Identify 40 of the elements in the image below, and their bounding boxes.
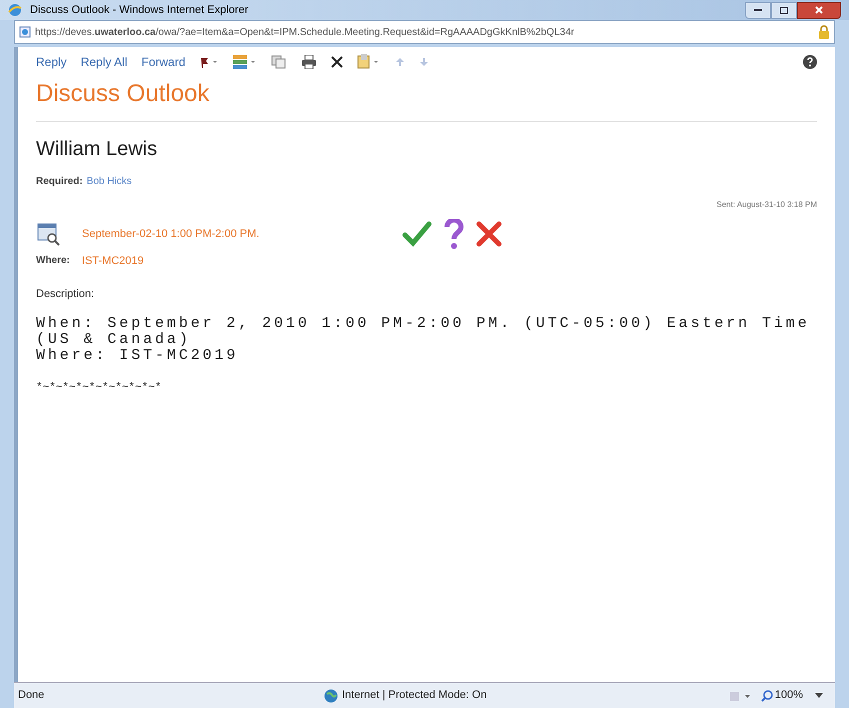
security-zone: Internet | Protected Mode: On — [342, 688, 487, 704]
sent-date: Sent: August-31-10 3:18 PM — [716, 199, 817, 211]
window-title: Discuss Outlook - Windows Internet Explorer — [30, 2, 248, 18]
close-button[interactable] — [797, 2, 841, 18]
status-text: Done — [17, 688, 46, 704]
browser-logo-icon — [8, 3, 22, 17]
calendar-icon — [36, 221, 62, 247]
lock-icon — [818, 25, 830, 39]
toolbar-link[interactable]: Forward — [141, 53, 186, 71]
copy-icon[interactable] — [271, 55, 288, 69]
minimize-button[interactable] — [745, 2, 771, 18]
meeting-time: September-02-10 1:00 PM-2:00 PM. — [82, 226, 260, 242]
maximize-button[interactable] — [771, 2, 797, 18]
toolbar-link[interactable]: Reply All — [80, 53, 128, 71]
organizer-name: William Lewis — [36, 137, 158, 162]
page-icon — [19, 26, 31, 38]
separator-text: *~*~*~*~*~*~*~*~*~* — [36, 381, 162, 396]
where-label: Where: — [36, 254, 70, 268]
dropdown-icon[interactable] — [815, 692, 823, 698]
zoom-level[interactable]: 100% — [774, 687, 803, 704]
body-text: When: September 2, 2010 1:00 PM-2:00 PM. (UTC-05:00) Eastern Time (US & Canada) — [36, 316, 811, 348]
help-icon[interactable] — [803, 55, 817, 69]
message-subject: Discuss Outlook — [36, 79, 210, 109]
accept-icon[interactable] — [402, 221, 432, 247]
close-icon — [815, 6, 823, 14]
categories-icon[interactable] — [233, 55, 258, 69]
meeting-location: IST-MC2019 — [82, 254, 144, 269]
globe-icon — [324, 688, 338, 702]
zoom-icon — [760, 690, 773, 702]
decline-icon[interactable] — [476, 221, 502, 247]
lock-settings-icon[interactable] — [728, 690, 753, 702]
flag-icon[interactable] — [199, 56, 220, 68]
description-label: Description: — [36, 286, 96, 302]
tentative-icon[interactable] — [444, 219, 464, 249]
attendee-link[interactable]: Bob Hicks — [86, 174, 132, 189]
print-icon[interactable] — [301, 55, 318, 69]
toolbar-link[interactable]: Reply — [36, 53, 67, 71]
body-text: Where: IST-MC2019 — [36, 348, 240, 364]
delete-icon[interactable] — [331, 56, 344, 68]
required-label: Required: — [36, 175, 83, 189]
